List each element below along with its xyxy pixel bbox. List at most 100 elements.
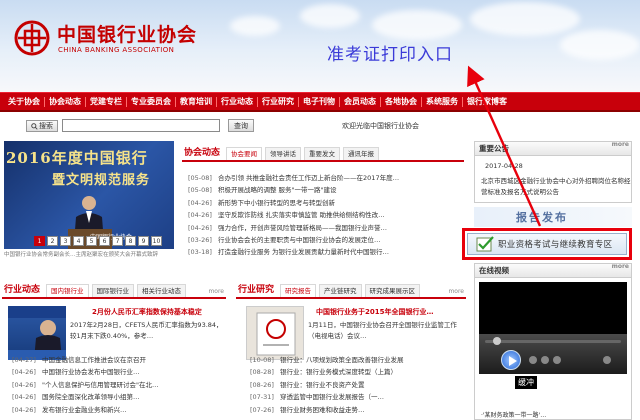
list-item[interactable]: [07-26] 银行业财务困难和收益走势… — [250, 404, 464, 416]
slide-page-9[interactable]: 9 — [138, 236, 149, 246]
list-item[interactable]: [04-26] 坚守反欺诈防线 扎实落实审慎监管 助推供给侧结构性改… — [188, 209, 464, 221]
nav-association-news[interactable]: 协会动态 — [45, 96, 86, 107]
research-title: 行业研究 — [238, 285, 275, 295]
tab-leader-speeches[interactable]: 领导讲话 — [265, 147, 302, 160]
report-release-banner[interactable]: 报告发布 — [474, 207, 632, 227]
logo-title[interactable]: 中国银行业协会 — [57, 20, 197, 47]
slide-page-6[interactable]: 6 — [99, 236, 110, 246]
video-more-link[interactable]: more — [612, 260, 629, 274]
anchor-image-icon — [8, 306, 66, 360]
nav-banker-blog[interactable]: 银行家博客 — [463, 97, 511, 107]
list-item[interactable]: [04-27] 中国金融信息工作推进会议在京召开 — [12, 354, 226, 366]
nav-system-services[interactable]: 系统服务 — [422, 96, 463, 107]
nav-e-journal[interactable]: 电子刊物 — [299, 96, 340, 107]
stop-icon[interactable] — [529, 356, 537, 364]
nav-training[interactable]: 教育培训 — [176, 96, 217, 107]
nav-industry-news[interactable]: 行业动态 — [217, 96, 258, 107]
slide-page-10[interactable]: 10 — [151, 236, 162, 246]
report-release-label: 报告发布 — [516, 211, 568, 224]
slide-page-4[interactable]: 4 — [73, 236, 84, 246]
slide-page-8[interactable]: 8 — [125, 236, 136, 246]
slide-page-2[interactable]: 2 — [47, 236, 58, 246]
list-item[interactable]: [08-26] 银行业：银行业不良资产处置 — [250, 379, 464, 391]
tab-newsletter[interactable]: 通讯年报 — [343, 147, 380, 160]
search-icon — [31, 122, 38, 130]
slide-pager: 1 2 3 4 5 6 7 8 9 10 — [34, 236, 162, 246]
notice-link[interactable]: 北京市西城区金融行业协会中心对外招聘岗位名称经营标准及报名方式说明公告 — [481, 176, 631, 198]
list-item[interactable]: [05-08] 合办引领 共推金融社会责任工作迈上新台阶——在2017年度… — [188, 172, 464, 184]
tab-related-industry[interactable]: 相关行业动态 — [137, 284, 187, 297]
list-item[interactable]: [04-26] 中国银行业协会发布中国银行业… — [12, 366, 226, 378]
featured-slideshow[interactable]: 2016年度中国银行 暨文明规范服务 中国银行业协会 — [4, 141, 174, 249]
nav-committees[interactable]: 专业委员会 — [127, 96, 176, 107]
nav-member-news[interactable]: 会员动态 — [340, 96, 381, 107]
checkmark-icon — [476, 236, 494, 252]
buffering-label: 缓冲 — [515, 376, 537, 389]
main-nav: 关于协会 协会动态 党建专栏 专业委员会 教育培训 行业动态 行业研究 电子刊物… — [0, 92, 640, 112]
nav-party-building[interactable]: 党建专栏 — [86, 96, 127, 107]
slide-page-5[interactable]: 5 — [86, 236, 97, 246]
report-cover-icon — [256, 312, 296, 356]
forward-icon[interactable] — [553, 356, 561, 364]
list-item[interactable]: [04-26] 强力合作，开创声誉风险管理新格局——我国银行业声誉… — [188, 222, 464, 234]
volume-icon[interactable] — [603, 356, 611, 364]
slide-description: 中国银行业协会常务副会长…主席赵聚宏在颁奖大会开幕式致辞 — [4, 252, 159, 258]
video-title: 在线视频 — [479, 266, 509, 275]
notices-box: 重要公告 more 2017-04-28 北京市西城区金融行业协会中心对外招聘岗… — [474, 141, 632, 203]
video-seek-thumb[interactable] — [493, 337, 501, 345]
industry-news-summary: 2017年2月28日，CFETS人民币汇率指数为93.84，较1月末下跌0.40… — [70, 321, 223, 340]
nav-local-associations[interactable]: 各地协会 — [381, 96, 422, 107]
video-seek-bar[interactable] — [485, 340, 621, 343]
list-item[interactable]: [04-26] 国务院全面深化改革领导小组第… — [12, 391, 226, 403]
list-item[interactable]: [05-08] 积极开展战略的调整 服务"一带一路"建设 — [188, 184, 464, 196]
exam-zone-link[interactable]: 职业资格考试与继续教育专区 — [462, 228, 632, 260]
industry-news-more-link[interactable]: more — [208, 288, 224, 295]
notices-header: 重要公告 more — [475, 141, 631, 156]
industry-news-headline[interactable]: 2月份人民币汇率指数保持基本稳定 — [92, 307, 202, 317]
industry-news-thumbnail[interactable] — [8, 306, 66, 360]
video-news-link[interactable]: ·'某财务政策一带一路'… — [481, 410, 546, 419]
tab-domestic-banking[interactable]: 国内银行业 — [46, 284, 89, 297]
slide-page-7[interactable]: 7 — [112, 236, 123, 246]
query-button[interactable]: 查询 — [228, 119, 254, 132]
notices-more-link[interactable]: more — [612, 138, 629, 152]
list-item[interactable]: [04-26] 新形势下中小银行转型的思考与转型创新 — [188, 197, 464, 209]
slide-title-line2: 暨文明规范服务 — [52, 173, 151, 188]
industry-news-header: 行业动态 国内银行业 国际银行业 相关行业动态 more — [2, 283, 226, 299]
video-header: 在线视频 more — [475, 263, 631, 278]
search-button[interactable]: 搜索 — [26, 120, 58, 132]
rewind-icon[interactable] — [541, 356, 549, 364]
tab-research-reports[interactable]: 研究报告 — [280, 284, 317, 297]
research-thumbnail[interactable] — [246, 306, 304, 360]
slide-page-3[interactable]: 3 — [60, 236, 71, 246]
research-summary: 1月11日，中国银行业协会召开全国银行业监管工作（电视电话）会议… — [308, 321, 457, 340]
play-icon[interactable] — [501, 350, 521, 370]
association-news-list: [05-08] 合办引领 共推金融社会责任工作迈上新台阶——在2017年度… [0… — [188, 172, 464, 259]
research-header: 行业研究 研究报告 产业链研究 研究成果展示区 more — [236, 283, 466, 299]
list-item[interactable]: [07-31] 穿透监管中国银行业发展报告（一… — [250, 391, 464, 403]
nav-research[interactable]: 行业研究 — [258, 96, 299, 107]
list-item[interactable]: [08-28] 银行业：银行业务模式深度转型（上篇） — [250, 366, 464, 378]
list-item[interactable]: [04-26] 发布银行业金融业务和新兴… — [12, 404, 226, 416]
tab-important-documents[interactable]: 重要发文 — [304, 147, 341, 160]
video-screen[interactable] — [479, 282, 627, 334]
list-item[interactable]: [03-18] 打造金融行业服务 为银行业发展贡献力量新时代中国银行… — [188, 246, 464, 258]
research-list: [10-08] 银行业：八项规划政策全面改善银行业发展 [08-28] 银行业：银行… — [250, 354, 464, 416]
list-item[interactable]: [03-26] 行业协会会长的主要职责与中国银行业协会的发展定位… — [188, 234, 464, 246]
exam-ticket-annotation: 准考证打印入口 — [327, 45, 453, 65]
tab-association-highlights[interactable]: 协会要闻 — [226, 147, 263, 160]
list-item[interactable]: [04-26] "个人信息保护与信用管理研讨会"在北… — [12, 379, 226, 391]
search-input[interactable] — [62, 119, 220, 132]
list-item[interactable]: [10-08] 银行业：八项规划政策全面改善银行业发展 — [250, 354, 464, 366]
tab-industry-chain[interactable]: 产业链研究 — [319, 284, 362, 297]
tab-research-results[interactable]: 研究成果展示区 — [364, 284, 421, 297]
slide-page-1[interactable]: 1 — [34, 236, 45, 246]
nav-about[interactable]: 关于协会 — [4, 96, 45, 107]
research-more-link[interactable]: more — [448, 288, 464, 295]
association-logo-icon[interactable] — [14, 20, 50, 56]
logo-subtitle: CHINA BANKING ASSOCIATION — [58, 46, 175, 54]
slide-title-line1: 2016年度中国银行 — [6, 149, 148, 167]
tab-international-banking[interactable]: 国际银行业 — [91, 284, 135, 297]
research-headline[interactable]: 中国银行业务于2015年全国银行业… — [316, 307, 433, 317]
association-news-header: 协会动态 协会要闻 领导讲话 重要发文 通讯年报 — [182, 146, 464, 162]
